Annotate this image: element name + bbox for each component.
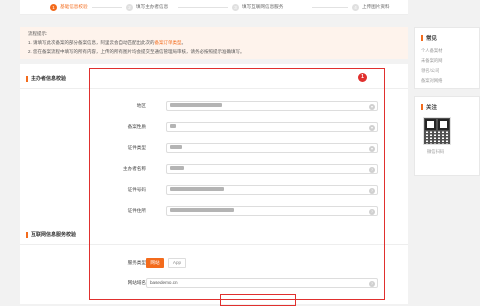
step-connector — [312, 7, 348, 8]
step-number: 4 — [352, 3, 359, 11]
step-3: 3 填写互联网信息服务 — [232, 0, 283, 14]
step-label: 填写主办者信息 — [136, 4, 169, 9]
highlight-box — [89, 68, 385, 300]
notice-line-2: 2. 您在备案流程中填写的所有内容，上传的所有图片均会提交至通信管理局审核，请务… — [28, 49, 245, 54]
faq-link[interactable]: 领名/公司 — [421, 68, 439, 74]
step-number: 3 — [232, 3, 239, 11]
step-number: 2 — [126, 3, 133, 11]
next-button-highlight — [220, 294, 296, 306]
faq-link[interactable]: 个人备案材 — [421, 48, 442, 54]
faq-link[interactable]: 未备案的网 — [421, 58, 442, 64]
faq-panel: 常见 个人备案材 未备案的网 领名/公司 备案对网络 — [414, 27, 480, 89]
faq-title: 常见 — [421, 34, 437, 42]
verification-form: 主办者信息校验 地区 ▾ 备案性质 ▾ 证件类型 ▾ 主办者名称 ? 证件号码 … — [20, 64, 408, 306]
step-number: 1 — [50, 3, 57, 11]
step-connector — [92, 7, 122, 8]
highlight-badge: 1 — [358, 73, 367, 82]
step-label: 基础信息校验 — [60, 4, 88, 9]
notice-title: 流程提示: — [28, 31, 48, 36]
section-title-sponsor: 主办者信息校验 — [26, 76, 66, 82]
follow-title: 关注 — [421, 103, 437, 111]
step-connector — [178, 7, 228, 8]
progress-steps: 1 基础信息校验 2 填写主办者信息 3 填写互联网信息服务 4 上传图片资料 — [20, 0, 408, 15]
wechat-qr-code — [423, 117, 451, 145]
order-type-link[interactable]: 备案订单类型 — [155, 40, 182, 45]
qr-caption: 微信扫码 — [427, 149, 445, 154]
step-label: 上传图片资料 — [362, 4, 390, 9]
process-notice: 流程提示: 1. 请填写此次备案的部分备案信息，阿里云会自动匹配出此次的备案订单… — [20, 27, 408, 59]
step-1: 1 基础信息校验 — [50, 0, 88, 14]
accent-bar — [421, 35, 423, 41]
faq-link[interactable]: 备案对网络 — [421, 78, 442, 84]
accent-bar — [421, 104, 423, 110]
section-title-service: 互联网信息服务校验 — [26, 232, 76, 238]
step-4: 4 上传图片资料 — [352, 0, 390, 14]
notice-line-1: 1. 请填写此次备案的部分备案信息，阿里云会自动匹配出此次的备案订单类型。 — [28, 40, 187, 45]
step-2: 2 填写主办者信息 — [126, 0, 168, 14]
step-label: 填写互联网信息服务 — [242, 4, 284, 9]
follow-panel: 关注 微信扫码 — [414, 96, 480, 176]
